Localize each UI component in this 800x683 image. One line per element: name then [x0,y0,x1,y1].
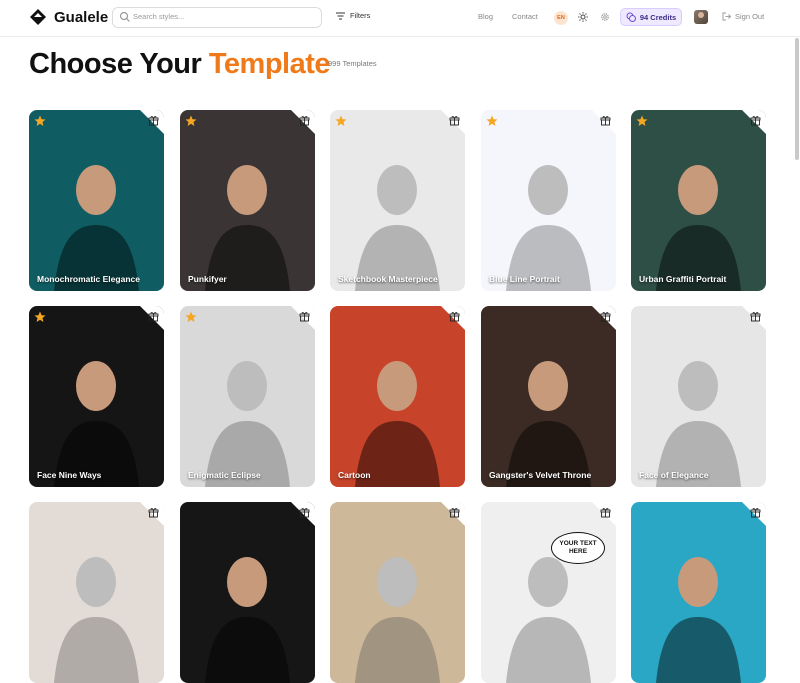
favorite-star-icon[interactable] [335,115,347,127]
template-card[interactable]: Gangster's Velvet Throne [481,306,616,487]
filters-icon [336,12,345,19]
gift-icon[interactable] [299,507,310,518]
template-card[interactable]: Monochromatic Elegance [29,110,164,291]
template-preview-image [54,361,139,487]
speech-bubble: YOUR TEXT HERE [551,532,605,564]
template-card[interactable]: Face Nine Ways [29,306,164,487]
template-card[interactable]: Urban Graffiti Portrait [631,110,766,291]
template-preview-image [355,361,440,487]
gift-icon[interactable] [600,507,611,518]
favorite-star-icon[interactable] [185,311,197,323]
template-preview-image [205,361,290,487]
template-name: Punkifyer [188,274,227,284]
favorite-star-icon[interactable] [34,115,46,127]
favorite-star-icon[interactable] [636,115,648,127]
template-preview-image [205,165,290,291]
template-preview-image [54,557,139,683]
template-preview-image [506,165,591,291]
page-title: Choose Your Template [29,48,331,81]
template-preview-image [54,165,139,291]
sign-out-label: Sign Out [735,12,765,21]
coins-icon [626,12,636,22]
language-switcher[interactable]: EN [554,11,568,25]
template-preview-image [656,557,741,683]
template-name: Monochromatic Elegance [37,274,140,284]
template-preview-image [355,165,440,291]
template-card[interactable]: Cartoon [330,306,465,487]
gift-icon[interactable] [600,311,611,322]
template-card[interactable]: Blue Line Portrait [481,110,616,291]
search-box[interactable] [112,7,322,28]
top-bar: Gualele Filters Blog Contact EN [0,0,800,37]
template-preview-image [506,361,591,487]
template-name: Sketchbook Masterpiece [338,274,438,284]
settings-button[interactable] [598,10,612,24]
user-avatar[interactable] [694,10,708,24]
theme-toggle-button[interactable] [576,10,590,24]
template-name: Gangster's Velvet Throne [489,470,592,480]
gear-icon [601,13,609,21]
template-card[interactable] [631,502,766,683]
search-input[interactable] [133,9,313,24]
page-title-accent: Template [208,48,331,80]
filters-label: Filters [350,11,371,20]
credits-button[interactable]: 94 Credits [620,8,682,26]
sun-icon [578,12,588,22]
template-card[interactable]: Enigmatic Eclipse [180,306,315,487]
template-name: Face Nine Ways [37,470,102,480]
template-card[interactable]: Punkifyer [180,110,315,291]
favorite-star-icon[interactable] [486,115,498,127]
template-card[interactable] [29,502,164,683]
gift-icon[interactable] [449,311,460,322]
brand-logo-icon[interactable] [30,9,46,25]
template-name: Face of Elegance [639,470,709,480]
gift-icon[interactable] [750,115,761,126]
favorite-star-icon[interactable] [185,115,197,127]
sign-out-button[interactable]: Sign Out [722,12,764,21]
template-card[interactable] [180,502,315,683]
search-icon [119,11,130,22]
gift-icon[interactable] [148,311,159,322]
template-name: Cartoon [338,470,371,480]
template-card[interactable]: YOUR TEXT HERE [481,502,616,683]
gift-icon[interactable] [750,311,761,322]
template-preview-image [205,557,290,683]
brand-name[interactable]: Gualele [54,9,108,26]
template-name: Enigmatic Eclipse [188,470,261,480]
nav-contact-link[interactable]: Contact [512,12,538,21]
favorite-star-icon[interactable] [34,311,46,323]
gift-icon[interactable] [449,507,460,518]
sign-out-icon [722,12,731,21]
template-preview-image [355,557,440,683]
template-preview-image [656,361,741,487]
gift-icon[interactable] [449,115,460,126]
template-card[interactable]: Sketchbook Masterpiece [330,110,465,291]
page-scrollbar[interactable] [795,38,799,160]
gift-icon[interactable] [600,115,611,126]
credits-label: 94 Credits [639,12,677,22]
gift-icon[interactable] [750,507,761,518]
gift-icon[interactable] [148,115,159,126]
nav-blog-link[interactable]: Blog [478,12,493,21]
template-count: 999 Templates [328,59,377,68]
template-name: Urban Graffiti Portrait [639,274,727,284]
template-preview-image [656,165,741,291]
gift-icon[interactable] [299,115,310,126]
filters-button[interactable]: Filters [336,11,370,20]
page-title-main: Choose Your [29,48,202,80]
gift-icon[interactable] [299,311,310,322]
gift-icon[interactable] [148,507,159,518]
template-card[interactable] [330,502,465,683]
template-card[interactable]: Face of Elegance [631,306,766,487]
template-preview-image [506,557,591,683]
template-name: Blue Line Portrait [489,274,560,284]
